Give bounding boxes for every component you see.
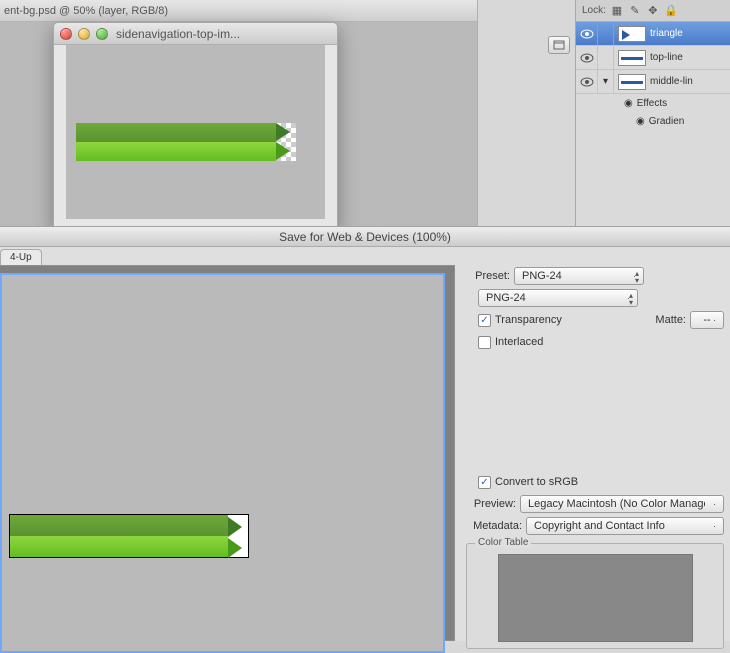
- interlaced-label: Interlaced: [495, 336, 543, 348]
- foreground-document-title: sidenavigation-top-im...: [116, 27, 240, 41]
- lock-brush-icon[interactable]: ✎: [628, 4, 642, 18]
- panel-menu-button[interactable]: [548, 36, 570, 54]
- matte-value: --: [703, 314, 710, 326]
- layer-name[interactable]: top-line: [650, 52, 683, 63]
- metadata-label: Metadata:: [466, 520, 522, 532]
- layer-row-top-line[interactable]: top-line: [576, 46, 730, 70]
- effects-label: Effects: [637, 98, 667, 109]
- lock-move-icon[interactable]: ✥: [646, 4, 660, 18]
- dialog-title: Save for Web & Devices (100%): [0, 227, 730, 247]
- transparency-checkbox[interactable]: ✓: [478, 314, 491, 327]
- layer-name[interactable]: middle-lin: [650, 76, 693, 87]
- convert-srgb-label: Convert to sRGB: [495, 476, 578, 488]
- layer-name[interactable]: triangle: [650, 28, 683, 39]
- layer-effects-row[interactable]: ◉ Effects: [576, 94, 730, 112]
- layers-panel[interactable]: Lock: ▦ ✎ ✥ 🔒 triangle top-line ▾: [575, 0, 730, 230]
- matte-dropdown[interactable]: --: [690, 311, 724, 329]
- preset-value: PNG-24: [522, 270, 562, 282]
- background-document-title: ent-bg.psd @ 50% (layer, RGB/8): [0, 0, 477, 22]
- format-dropdown[interactable]: PNG-24 ▴▾: [478, 289, 638, 307]
- lock-all-icon[interactable]: 🔒: [664, 4, 678, 18]
- tab-4up[interactable]: 4-Up: [0, 249, 42, 265]
- layer-thumbnail[interactable]: [618, 74, 646, 90]
- matte-label: Matte:: [655, 314, 686, 326]
- artwork-shape: [76, 123, 276, 161]
- gradient-label: Gradien: [649, 116, 685, 127]
- export-settings: Preset: PNG-24 ▴▾ PNG-24 ▴▾ ✓ Transparen…: [458, 265, 730, 641]
- panel-menu-icon: [553, 40, 565, 50]
- preset-label: Preset:: [466, 270, 510, 282]
- preset-dropdown[interactable]: PNG-24 ▴▾: [514, 267, 644, 285]
- zoom-icon[interactable]: [96, 28, 108, 40]
- format-value: PNG-24: [486, 292, 526, 304]
- metadata-dropdown[interactable]: Copyright and Contact Info: [526, 517, 724, 535]
- preview-label: Preview:: [466, 498, 516, 510]
- fx-icon: ◉: [636, 116, 645, 127]
- layer-row-triangle[interactable]: triangle: [576, 22, 730, 46]
- preview-canvas[interactable]: [0, 273, 445, 653]
- minimize-icon[interactable]: [78, 28, 90, 40]
- convert-srgb-checkbox[interactable]: ✓: [478, 476, 491, 489]
- foreground-document-canvas[interactable]: [66, 45, 325, 219]
- window-titlebar[interactable]: sidenavigation-top-im...: [54, 23, 337, 45]
- color-table[interactable]: [498, 554, 693, 642]
- color-table-fieldset: Color Table: [466, 543, 724, 649]
- lock-row: Lock: ▦ ✎ ✥ 🔒: [576, 0, 730, 22]
- preview-value: Legacy Macintosh (No Color Manage...: [528, 498, 705, 510]
- visibility-icon[interactable]: [576, 46, 598, 69]
- visibility-icon[interactable]: [576, 70, 598, 93]
- layer-effect-gradient[interactable]: ◉ Gradien: [576, 112, 730, 130]
- visibility-icon[interactable]: [576, 22, 598, 45]
- artwork-shape-preview: [10, 515, 228, 557]
- preview-tabs: 4-Up: [0, 247, 730, 265]
- foreground-document-window[interactable]: sidenavigation-top-im...: [53, 22, 338, 232]
- disclosure-triangle-icon[interactable]: ▾: [598, 70, 614, 93]
- preview-dropdown[interactable]: Legacy Macintosh (No Color Manage...: [520, 495, 724, 513]
- lock-transparent-icon[interactable]: ▦: [610, 4, 624, 18]
- transparency-label: Transparency: [495, 314, 562, 326]
- layer-thumbnail[interactable]: [618, 26, 646, 42]
- save-for-web-dialog: Save for Web & Devices (100%) 4-Up Prese…: [0, 226, 730, 641]
- layer-thumbnail[interactable]: [618, 50, 646, 66]
- layer-row-middle-line[interactable]: ▾ middle-lin: [576, 70, 730, 94]
- interlaced-checkbox[interactable]: [478, 336, 491, 349]
- close-icon[interactable]: [60, 28, 72, 40]
- metadata-value: Copyright and Contact Info: [534, 520, 665, 532]
- lock-label: Lock:: [582, 5, 606, 16]
- color-table-label: Color Table: [475, 537, 531, 548]
- fx-icon: ◉: [624, 98, 633, 109]
- traffic-lights: [60, 28, 108, 40]
- preview-pane[interactable]: [0, 265, 455, 641]
